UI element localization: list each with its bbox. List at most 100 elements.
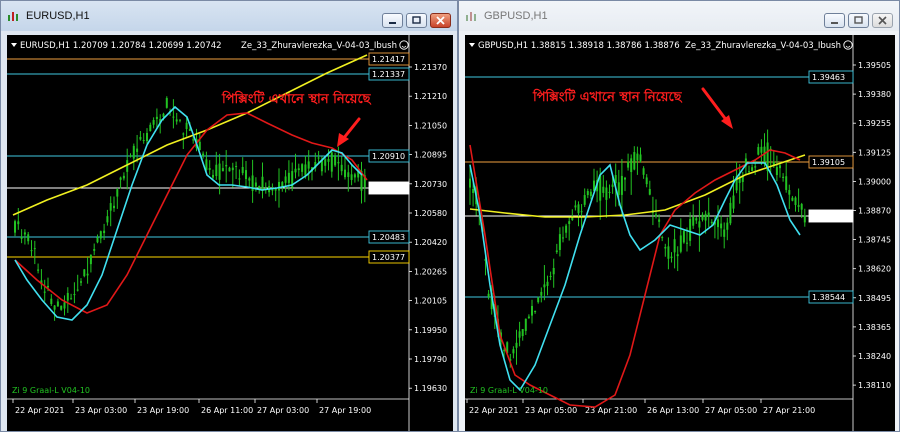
price-scale-label: 1.19790 [414,355,447,364]
price-level-label: 1.38544 [812,293,845,302]
candle-body [96,237,99,243]
candle-body [297,168,300,171]
candle-body [568,221,571,224]
candle-body [301,164,304,172]
candle-body [47,285,49,288]
time-axis-label: 22 Apr 2021 [15,406,64,415]
price-level-label: 1.21417 [372,55,405,64]
maximize-button[interactable] [848,13,869,28]
candle-body [682,230,685,243]
candle-body [661,237,664,239]
candle-body [723,229,726,237]
candle-body [284,176,287,183]
candle-body [729,202,732,224]
candle-body [552,267,555,275]
candle-body [347,172,350,177]
candle-body [732,195,735,209]
price-scale-label: 1.39505 [858,61,891,70]
price-scale-label: 1.20895 [414,151,447,160]
candle-body [307,161,310,169]
price-scale-label: 1.39255 [858,119,891,128]
candle-body [231,167,234,171]
candle-body [334,155,337,166]
candle-body [73,294,76,296]
candle-body [698,221,701,228]
candle-body [14,221,16,233]
chart-window-icon [465,9,479,23]
price-scale-label: 1.20105 [414,297,447,306]
candle-body [521,329,524,337]
price-scale-label: 1.38495 [858,294,891,303]
price-level-label: 1.39463 [812,73,845,82]
candle-body [149,124,152,132]
candle-body [611,184,614,187]
candle-body [546,281,549,286]
price-scale-label: 1.39380 [858,90,891,99]
candle-body [624,177,626,180]
candle-body [472,188,475,194]
candle-body [664,246,667,249]
time-axis-label: 27 Apr 05:00 [705,406,757,415]
chart-window-icon [7,9,21,23]
candle-body [146,132,148,142]
chart-symbol-quote: EURUSD,H1 1.20709 1.20784 1.20699 1.2074… [20,41,222,51]
candle-body [344,169,346,178]
candle-body [116,189,119,197]
candle-body [630,158,633,173]
close-button[interactable] [872,13,893,28]
close-button[interactable] [430,13,451,28]
price-chart-gbpusd[interactable]: 1.39505 1.39380 1.39255 1.39125 1.39000 1.388… [465,35,895,431]
candle-body [136,148,139,152]
time-axis-label: 23 Apr 03:00 [75,406,127,415]
candle-body [527,316,530,318]
candle-body [165,98,168,108]
chart-window-eurusd[interactable]: EURUSD,H1 1.21370 1.21210 1.21050 1.20895 1.… [0,0,458,432]
price-scale-label: 1.39000 [858,177,891,186]
price-scale-label: 1.39125 [858,148,891,157]
minimize-button[interactable] [382,13,403,28]
candle-body [726,222,729,230]
chart-window-gbpusd[interactable]: GBPUSD,H1 1.39505 1.39380 1.39255 1.39125 1.… [458,0,900,432]
window-titlebar[interactable]: GBPUSD,H1 [459,1,899,31]
candle-body [689,219,692,241]
minimize-button[interactable] [824,13,845,28]
candle-body [503,350,506,352]
window-titlebar[interactable]: EURUSD,H1 [1,1,457,31]
candle-body [129,155,132,157]
candle-body [782,176,785,178]
candle-body [655,214,657,217]
candle-body [797,205,800,207]
candle-body [583,195,586,205]
price-scale-label: 1.38745 [858,236,891,245]
candle-body [172,116,175,118]
time-axis-label: 22 Apr 2021 [469,406,518,415]
price-chart-eurusd[interactable]: 1.21370 1.21210 1.21050 1.20895 1.20730 1.205… [7,35,453,431]
candle-body [788,190,791,195]
candle-body [66,292,69,301]
candle-body [228,167,231,172]
candle-body [56,301,59,307]
candle-body [221,168,224,172]
candle-body [531,305,533,316]
candle-body [586,191,589,196]
candle-body [800,204,803,210]
candle-body [215,164,218,176]
candle-body [17,221,20,225]
indicator-name: Ze_33_Zhuravlerezka_V-04-03_Ibush [685,41,841,51]
candle-body [132,145,135,159]
candle-body [701,214,704,220]
candle-body [179,119,181,121]
candle-body [330,152,333,172]
candle-body [324,159,327,166]
candle-body [113,205,115,209]
candle-body [27,234,30,242]
candle-body [751,167,754,171]
candle-body [235,166,238,168]
candle-body [287,172,290,183]
candle-body [119,177,122,180]
candle-body [53,305,56,310]
maximize-button[interactable] [406,13,427,28]
time-axis-label: 23 Apr 19:00 [137,406,189,415]
candle-body [317,157,320,159]
candle-body [304,164,307,176]
